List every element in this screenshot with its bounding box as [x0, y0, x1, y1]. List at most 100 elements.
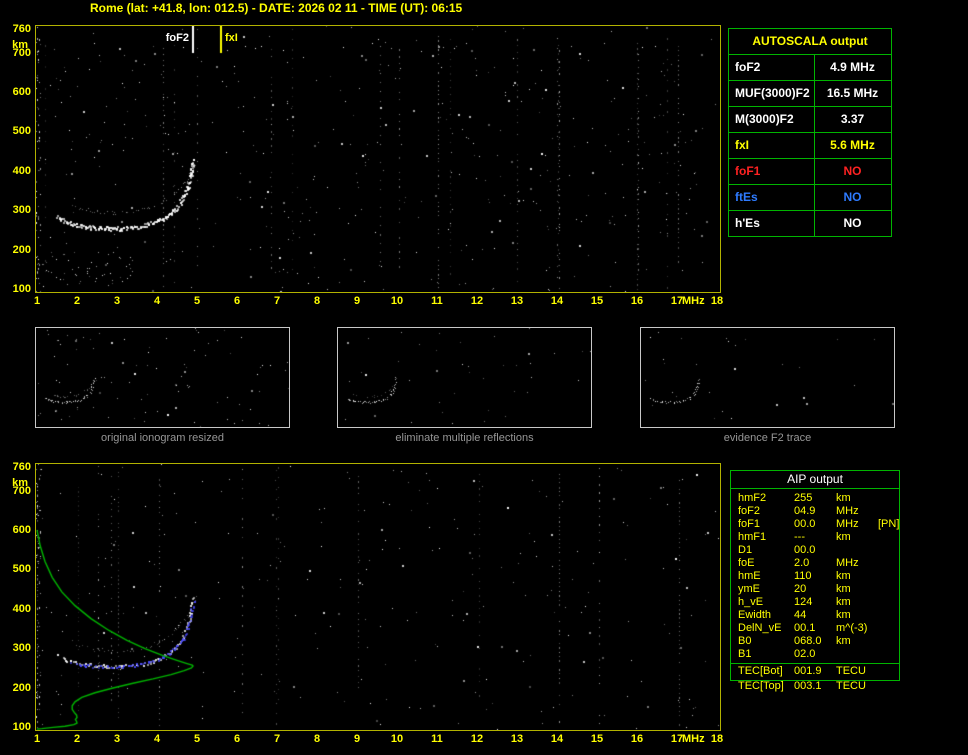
x-tick-label: 1: [33, 295, 41, 307]
autoscala-param-label: foF1: [735, 164, 761, 178]
aip-param-label: B1: [738, 648, 752, 660]
autoscala-value: NO: [814, 211, 890, 236]
aip-row-hve: h_vE 124 km: [731, 596, 899, 609]
aip-note: [878, 583, 899, 596]
aip-value: 00.0: [794, 544, 816, 556]
y-tick-label: 760: [12, 22, 31, 35]
autoscala-value: NO: [814, 185, 890, 210]
x-tick-label: 3: [113, 733, 121, 745]
aip-unit: km: [836, 583, 851, 595]
autoscala-param-label: MUF(3000)F2: [735, 86, 810, 100]
autoscala-value: 4.9 MHz: [814, 55, 890, 80]
aip-unit: MHz: [836, 557, 859, 569]
aip-value: 124: [794, 596, 813, 608]
x-tick-label: 8: [313, 733, 321, 745]
aip-value: 003.1: [794, 680, 822, 692]
station-date-time-title: Rome (lat: +41.8, lon: 012.5) - DATE: 20…: [90, 1, 463, 15]
aip-value: 00.0: [794, 518, 816, 530]
aip-note: [878, 648, 899, 661]
y-tick-label: 200: [12, 243, 31, 256]
autoscala-param-label: M(3000)F2: [735, 112, 794, 126]
aip-output-table: AIP output hmF2 255 km foF2 04.9 MHz foF1 00.0 M…: [730, 470, 900, 681]
aip-note: [878, 544, 899, 557]
aip-row-foe: foE 2.0 MHz: [731, 557, 899, 570]
aip-output-rows: hmF2 255 km foF2 04.9 MHz foF1 00.0 MHz [PN] hmF1 -…: [731, 489, 899, 661]
x-tick-label: 6: [233, 295, 241, 307]
x-axis-unit: MHz: [682, 733, 705, 745]
x-tick-label: 11: [431, 295, 443, 307]
x-tick-label: 9: [353, 295, 361, 307]
x-axis-unit: MHz: [682, 295, 705, 307]
thumbnail-eliminate-reflections-canvas: [338, 328, 591, 427]
x-tick-label: 12: [470, 733, 484, 745]
top-ionogram-canvas: [36, 26, 720, 292]
aip-note: [PN]: [878, 518, 900, 530]
aip-value: ---: [794, 531, 805, 543]
x-tick-label: 12: [470, 295, 484, 307]
aip-value: 20: [794, 583, 807, 595]
aip-row-ewidth: Ewidth 44 km: [731, 609, 899, 622]
fxi-marker-label: fxI: [225, 32, 238, 44]
top-ionogram-plot: [35, 25, 721, 293]
autoscala-row-fof2: foF2 4.9 MHz: [729, 54, 891, 80]
x-tick-label: 5: [193, 295, 201, 307]
aip-unit: km: [836, 492, 851, 504]
x-tick-label: 7: [273, 733, 281, 745]
thumbnail-caption-original: original ionogram resized: [101, 432, 224, 444]
y-tick-label: 400: [12, 602, 31, 615]
autoscala-app-window: Rome (lat: +41.8, lon: 012.5) - DATE: 20…: [0, 0, 968, 755]
x-tick-label: 2: [73, 733, 81, 745]
y-tick-label: 200: [12, 681, 31, 694]
aip-value: 068.0: [794, 635, 822, 647]
aip-tec-bottom-section: TEC[Bot] 001.9 TECU: [731, 663, 899, 678]
aip-note: [878, 570, 899, 583]
x-tick-label: 3: [113, 295, 121, 307]
aip-unit: km: [836, 596, 851, 608]
x-tick-label: 4: [153, 733, 161, 745]
aip-unit: MHz: [836, 505, 859, 517]
aip-param-label: h_vE: [738, 596, 764, 608]
thumbnail-eliminate-reflections: [337, 327, 592, 428]
aip-unit: TECU: [836, 665, 866, 677]
aip-param-label: hmF2: [738, 492, 767, 504]
autoscala-row-m3000f2: M(3000)F2 3.37: [729, 106, 891, 132]
x-tick-label: 16: [630, 295, 644, 307]
thumbnail-caption-eliminate: eliminate multiple reflections: [395, 432, 534, 444]
aip-note: [878, 531, 899, 544]
aip-row-fof2: foF2 04.9 MHz: [731, 505, 899, 518]
profile-ionogram-plot: [35, 463, 721, 731]
aip-param-label: TEC[Top]: [738, 680, 784, 692]
aip-note: [878, 609, 899, 622]
aip-note: [878, 635, 899, 648]
aip-param-label: foE: [738, 557, 755, 569]
x-tick-label: 7: [273, 295, 281, 307]
aip-note: [878, 557, 899, 570]
y-tick-label: 100: [12, 283, 31, 295]
aip-note: [878, 505, 899, 518]
autoscala-param-label: foF2: [735, 60, 761, 74]
aip-row-tecbot: TEC[Bot] 001.9 TECU: [731, 665, 899, 678]
aip-value: 001.9: [794, 665, 822, 677]
autoscala-param-label: ftEs: [735, 190, 758, 204]
autoscala-row-hes: h'Es NO: [729, 210, 891, 236]
thumbnail-original-ionogram: [35, 327, 290, 428]
x-tick-label: 9: [353, 733, 361, 745]
aip-unit: TECU: [836, 680, 866, 692]
y-tick-label: 760: [12, 460, 31, 473]
x-tick-label: 1: [33, 733, 41, 745]
aip-value: 00.1: [794, 622, 816, 634]
aip-unit: m^(-3): [836, 622, 868, 634]
aip-note: [878, 622, 899, 635]
y-tick-label: 100: [12, 721, 31, 733]
x-tick-label: 6: [233, 733, 241, 745]
aip-note: [878, 665, 899, 678]
aip-unit: km: [836, 531, 851, 543]
thumbnail-original-ionogram-canvas: [36, 328, 289, 427]
aip-unit: [836, 648, 878, 661]
x-tick-label: 14: [550, 295, 564, 307]
aip-note: [878, 680, 899, 693]
aip-note: [878, 596, 899, 609]
aip-param-label: D1: [738, 544, 753, 556]
autoscala-row-fof1: foF1 NO: [729, 158, 891, 184]
aip-value: 04.9: [794, 505, 816, 517]
